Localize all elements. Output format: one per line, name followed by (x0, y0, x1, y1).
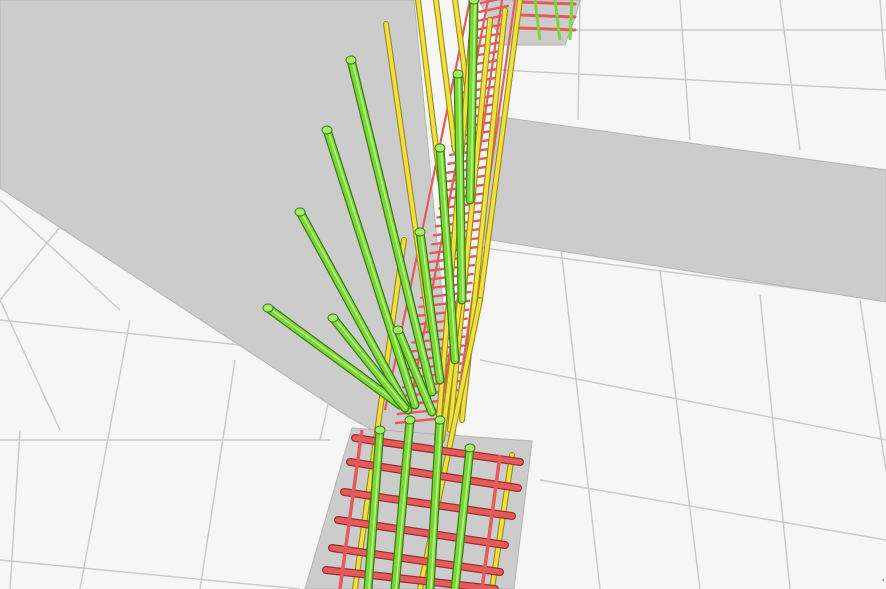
upper-tie (518, 26, 577, 32)
dowel-bar-end (464, 443, 476, 453)
dowel-bar-end (374, 425, 386, 435)
dowel-bar-end (392, 325, 404, 335)
dowel-bar-end (414, 227, 426, 237)
dowel-bar-end (262, 303, 274, 313)
corner-mark: ' (882, 578, 884, 589)
dowel-bar-end (404, 415, 416, 425)
dowel-bar-end (434, 143, 446, 153)
dowel-bar-end (327, 313, 339, 323)
upper-tie (518, 13, 577, 19)
upper-bar (568, 0, 574, 41)
dowel-bar-end (321, 125, 333, 135)
dowel-bar-end (434, 415, 446, 425)
dowel-bar-end (468, 0, 480, 5)
upper-tie (518, 0, 577, 6)
dowel-bar-end (345, 55, 357, 65)
rebar-scene[interactable] (0, 0, 886, 589)
dowel-bar-end (294, 207, 306, 217)
dowel-bar-end (452, 69, 464, 79)
3d-viewport[interactable]: ' (0, 0, 886, 589)
